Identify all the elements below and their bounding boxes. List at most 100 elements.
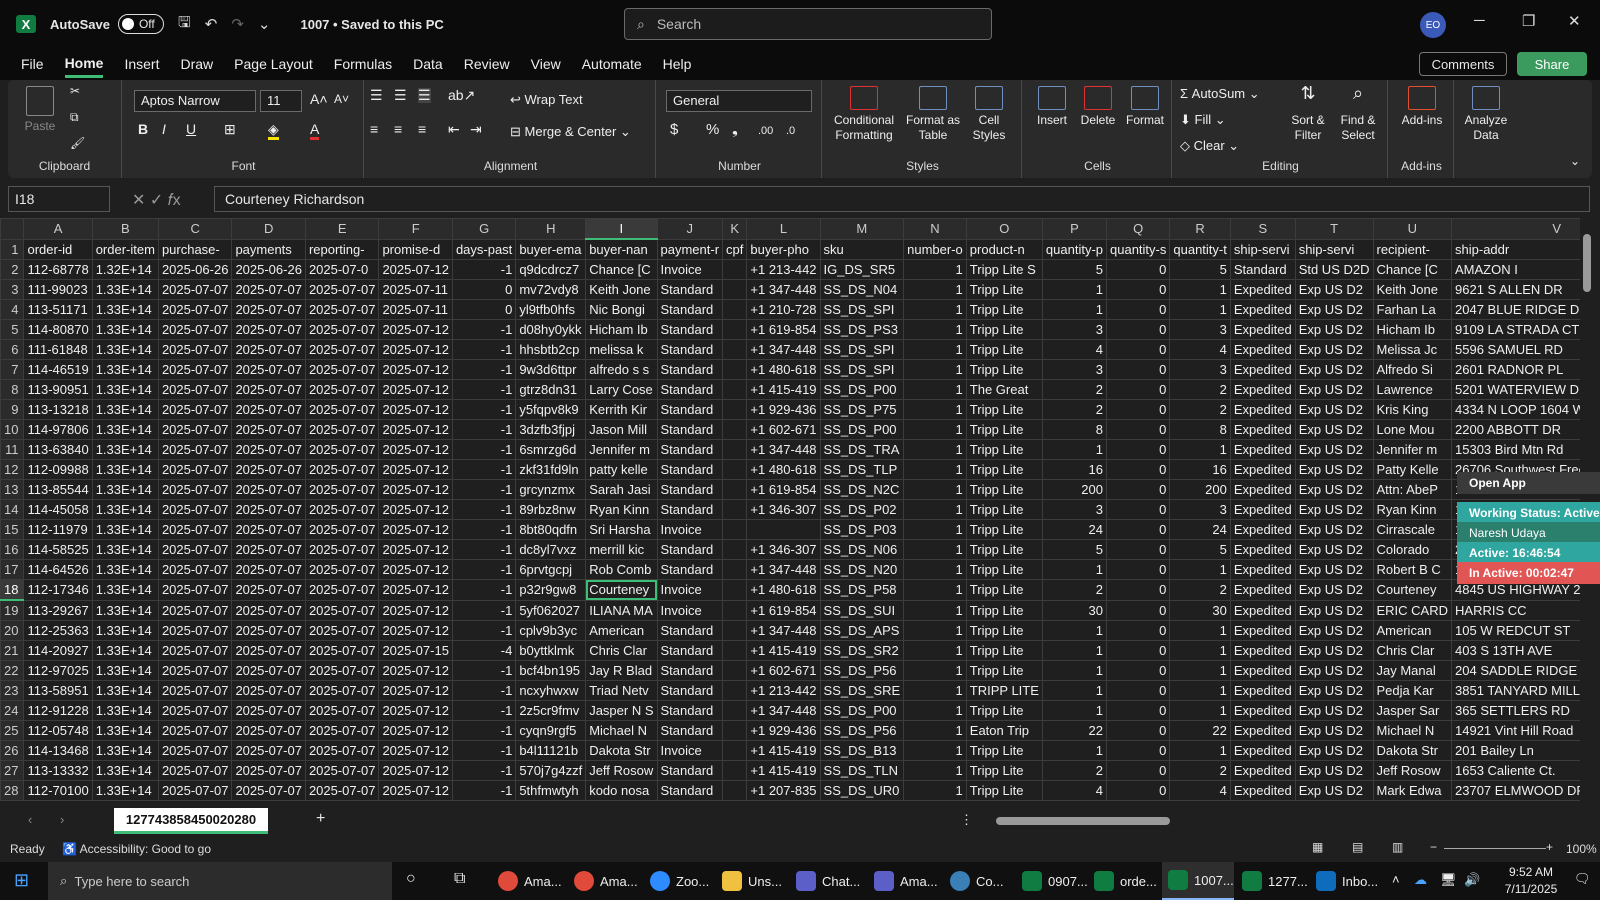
cell[interactable]: quantity-t (1169, 238, 1231, 260)
cell[interactable]: Jasper Sar (1372, 700, 1453, 721)
cell[interactable]: Exp US D2 (1294, 499, 1374, 520)
cell[interactable]: 2025-07-07 (231, 459, 306, 480)
cell[interactable]: 1 (1169, 279, 1231, 300)
cell[interactable]: -1 (451, 459, 517, 480)
cell[interactable]: 1 (903, 720, 967, 741)
cell[interactable]: 2025-07-07 (157, 760, 233, 781)
cell[interactable]: 0 (1105, 780, 1171, 801)
cell[interactable]: Triad Netv (585, 680, 658, 701)
cell[interactable]: Expedited (1229, 539, 1296, 560)
taskbar-app-excel-1007[interactable]: 1007... (1162, 862, 1234, 900)
cell[interactable]: order-item (91, 238, 159, 260)
column-header[interactable]: K (722, 218, 748, 240)
cell[interactable]: 2025-07-07 (304, 720, 380, 741)
row-header[interactable]: 3 (0, 279, 25, 300)
zoom-slider[interactable] (1444, 848, 1546, 849)
cell[interactable]: 2025-07-07 (157, 519, 233, 540)
cell[interactable]: HARRIS CC (1451, 599, 1590, 621)
cell[interactable]: -1 (451, 439, 517, 460)
cell[interactable]: d08hy0ykk (515, 319, 587, 340)
cell[interactable]: 2025-07-07 (304, 419, 380, 440)
cell[interactable]: 1 (1169, 620, 1231, 641)
cell[interactable]: 2025-07-12 (378, 399, 453, 420)
cell[interactable]: American (1372, 620, 1453, 641)
cell[interactable] (722, 599, 748, 621)
cell[interactable]: 1 (903, 399, 967, 420)
cell[interactable]: Dakota Str (585, 740, 658, 761)
tab-view[interactable]: View (531, 52, 561, 76)
cell[interactable]: 9621 S ALLEN DR (1451, 279, 1590, 300)
cell[interactable]: 16 (1169, 459, 1231, 480)
row-header[interactable]: 19 (0, 599, 25, 621)
cell[interactable]: 1 (903, 499, 967, 520)
cell[interactable]: 2025-07-07 (157, 740, 233, 761)
column-header[interactable]: C (157, 218, 233, 240)
save-icon[interactable]: 🖫 (178, 12, 191, 37)
cell[interactable]: 114-20927 (23, 640, 93, 661)
row-header[interactable]: 2 (0, 259, 25, 280)
cell[interactable]: 2025-07-07 (231, 299, 306, 320)
cell[interactable]: Exp US D2 (1294, 459, 1374, 480)
zoom-in-icon[interactable]: + (1546, 840, 1553, 854)
cell[interactable] (722, 620, 748, 641)
cell[interactable]: 3 (1041, 319, 1108, 340)
cell[interactable]: SS_DS_P02 (819, 499, 905, 520)
cell[interactable]: +1 415-419 (746, 640, 821, 661)
zoom-level[interactable]: 100% (1566, 842, 1597, 856)
clear-button[interactable]: ◇ Clear ⌄ (1180, 138, 1239, 153)
cell[interactable]: 114-64526 (23, 559, 93, 580)
cell[interactable]: -1 (451, 399, 517, 420)
cell[interactable] (722, 439, 748, 460)
cell[interactable]: 2025-07-07 (231, 579, 306, 601)
cell[interactable]: 4 (1041, 339, 1108, 360)
cell[interactable]: 0 (1105, 439, 1171, 460)
cell[interactable]: ncxyhwxw (515, 680, 587, 701)
cell[interactable]: Exp US D2 (1294, 479, 1374, 500)
cell[interactable]: 1 (1041, 660, 1108, 681)
cell[interactable]: Expedited (1229, 599, 1296, 621)
cell[interactable] (722, 559, 748, 580)
cell[interactable]: ERIC CARD (1372, 599, 1453, 621)
cell[interactable]: Exp US D2 (1294, 539, 1374, 560)
cell[interactable] (722, 579, 748, 601)
cell[interactable]: 2025-07-07 (231, 359, 306, 380)
taskbar-app-teams-amazon[interactable]: Ama... (868, 862, 938, 900)
cell[interactable]: 14921 Vint Hill Road (1451, 720, 1590, 741)
cell[interactable]: Exp US D2 (1294, 740, 1374, 761)
row-header[interactable]: 7 (0, 359, 25, 380)
clock-date[interactable]: 7/11/2025 (1496, 882, 1566, 896)
cell[interactable]: Exp US D2 (1294, 579, 1374, 601)
cell[interactable]: 0 (1105, 259, 1171, 280)
cell[interactable]: Expedited (1229, 319, 1296, 340)
cell[interactable] (722, 419, 748, 440)
sheet-tab[interactable]: 127743858450020280 (114, 808, 268, 834)
cell[interactable]: 0 (1105, 760, 1171, 781)
cell[interactable]: 1.33E+14 (91, 640, 159, 661)
cell[interactable]: Robert B C (1372, 559, 1453, 580)
cell[interactable]: 1.33E+14 (91, 539, 159, 560)
cell[interactable]: 403 S 13TH AVE (1451, 640, 1590, 661)
cell[interactable]: Mark Edwa (1372, 780, 1453, 801)
prev-sheet-icon[interactable]: ‹ (28, 812, 32, 827)
tab-insert[interactable]: Insert (124, 52, 159, 76)
cell[interactable]: 2025-07-12 (378, 539, 453, 560)
cell[interactable]: Cirrascale (1372, 519, 1453, 540)
cell[interactable]: Expedited (1229, 439, 1296, 460)
cell[interactable]: 2025-07-07 (157, 359, 233, 380)
cell[interactable]: 0 (1105, 640, 1171, 661)
cell[interactable] (722, 760, 748, 781)
cell[interactable]: Expedited (1229, 740, 1296, 761)
cell[interactable]: Standard (656, 359, 724, 380)
cell[interactable]: 0 (1105, 339, 1171, 360)
cell[interactable]: 2025-07-07 (231, 399, 306, 420)
cell[interactable]: 1.33E+14 (91, 620, 159, 641)
cell[interactable]: +1 929-436 (746, 720, 821, 741)
cell[interactable]: p32r9gw8 (515, 579, 587, 601)
cell[interactable]: buyer-nan (585, 238, 658, 260)
cell[interactable]: 0 (1105, 579, 1171, 601)
cell[interactable]: 111-61848 (23, 339, 93, 360)
cell[interactable]: Tripp Lite (965, 660, 1043, 681)
cell[interactable]: Expedited (1229, 299, 1296, 320)
cell[interactable] (722, 379, 748, 400)
cell[interactable]: 3dzfb3fjpj (515, 419, 587, 440)
